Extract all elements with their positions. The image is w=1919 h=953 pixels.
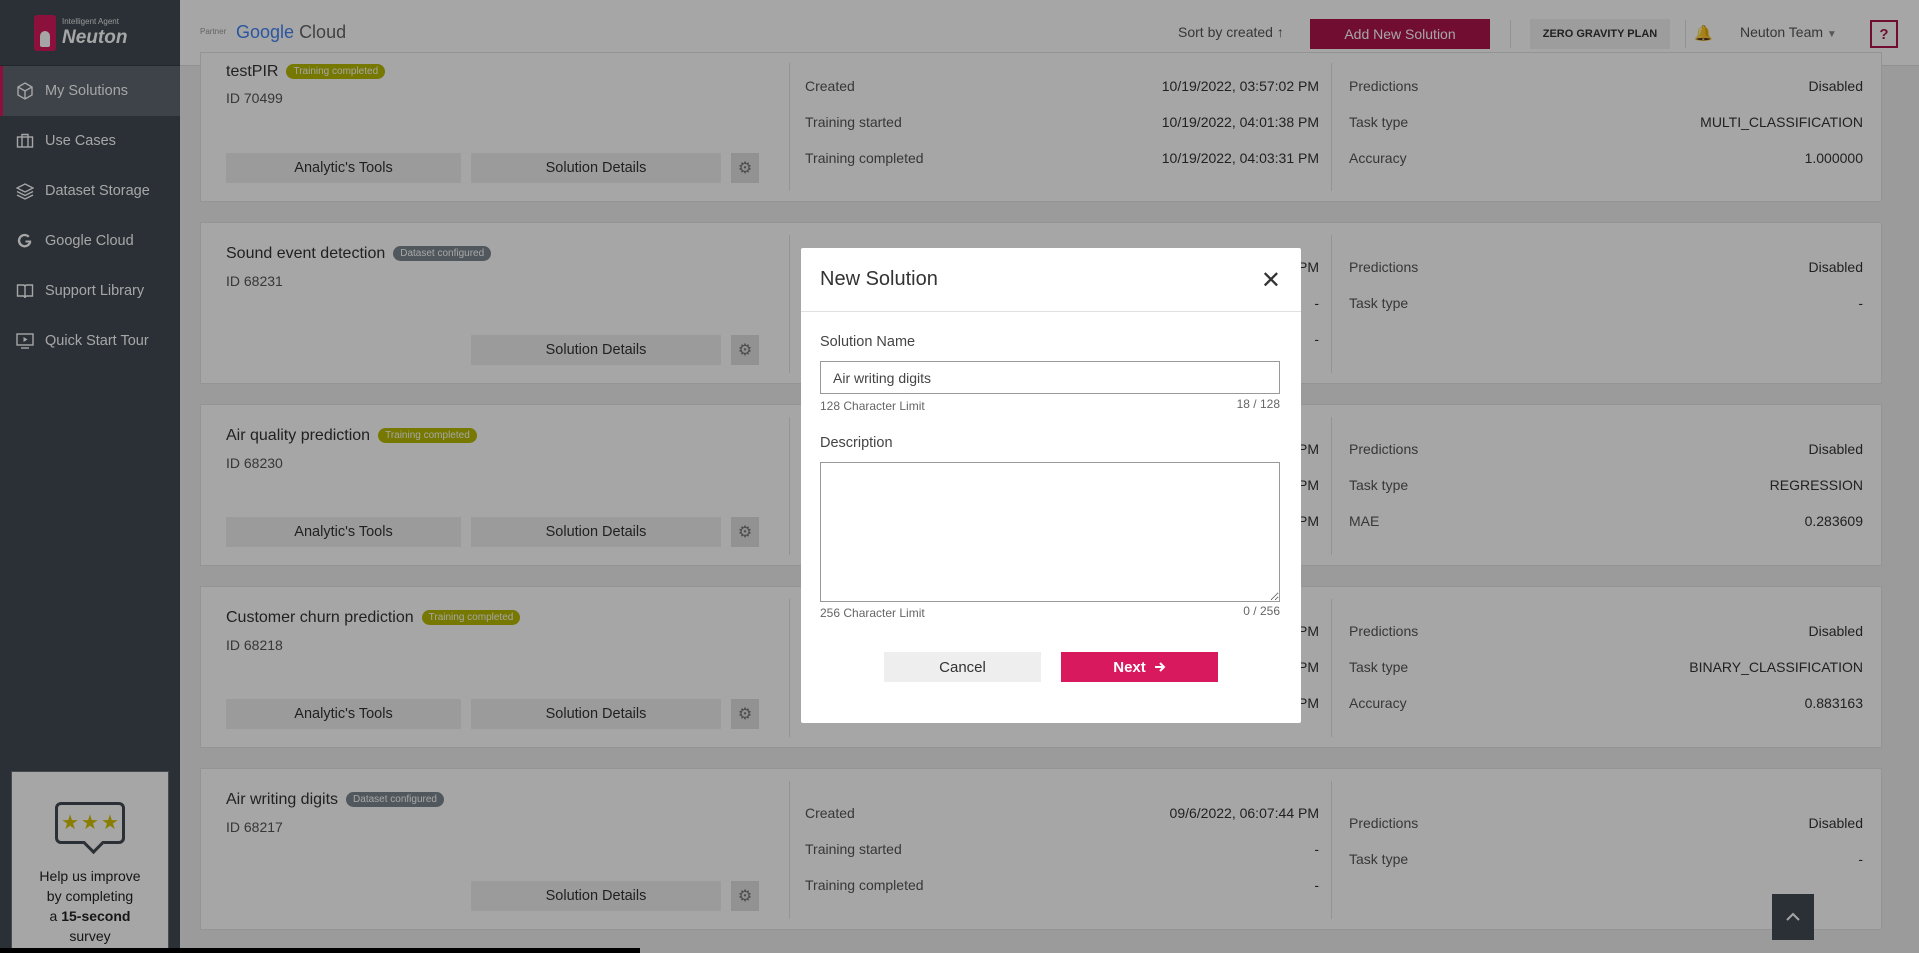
dialog-title: New Solution bbox=[820, 268, 938, 290]
name-limit-hint: 128 Character Limit bbox=[820, 399, 925, 413]
bottom-bar bbox=[0, 948, 640, 953]
new-solution-dialog: New Solution ✕ Solution Name 128 Charact… bbox=[801, 248, 1301, 723]
description-textarea[interactable] bbox=[820, 462, 1280, 602]
arrow-right-icon bbox=[1154, 662, 1166, 672]
cancel-button[interactable]: Cancel bbox=[884, 652, 1041, 682]
next-button[interactable]: Next bbox=[1061, 652, 1218, 682]
description-char-count: 0 / 256 bbox=[1243, 604, 1280, 618]
solution-name-input[interactable] bbox=[820, 361, 1280, 394]
description-label: Description bbox=[820, 435, 893, 451]
divider bbox=[801, 311, 1301, 312]
solution-name-label: Solution Name bbox=[820, 334, 916, 350]
name-char-count: 18 / 128 bbox=[1236, 397, 1280, 411]
description-limit-hint: 256 Character Limit bbox=[820, 606, 925, 620]
close-icon[interactable]: ✕ bbox=[1261, 266, 1281, 295]
